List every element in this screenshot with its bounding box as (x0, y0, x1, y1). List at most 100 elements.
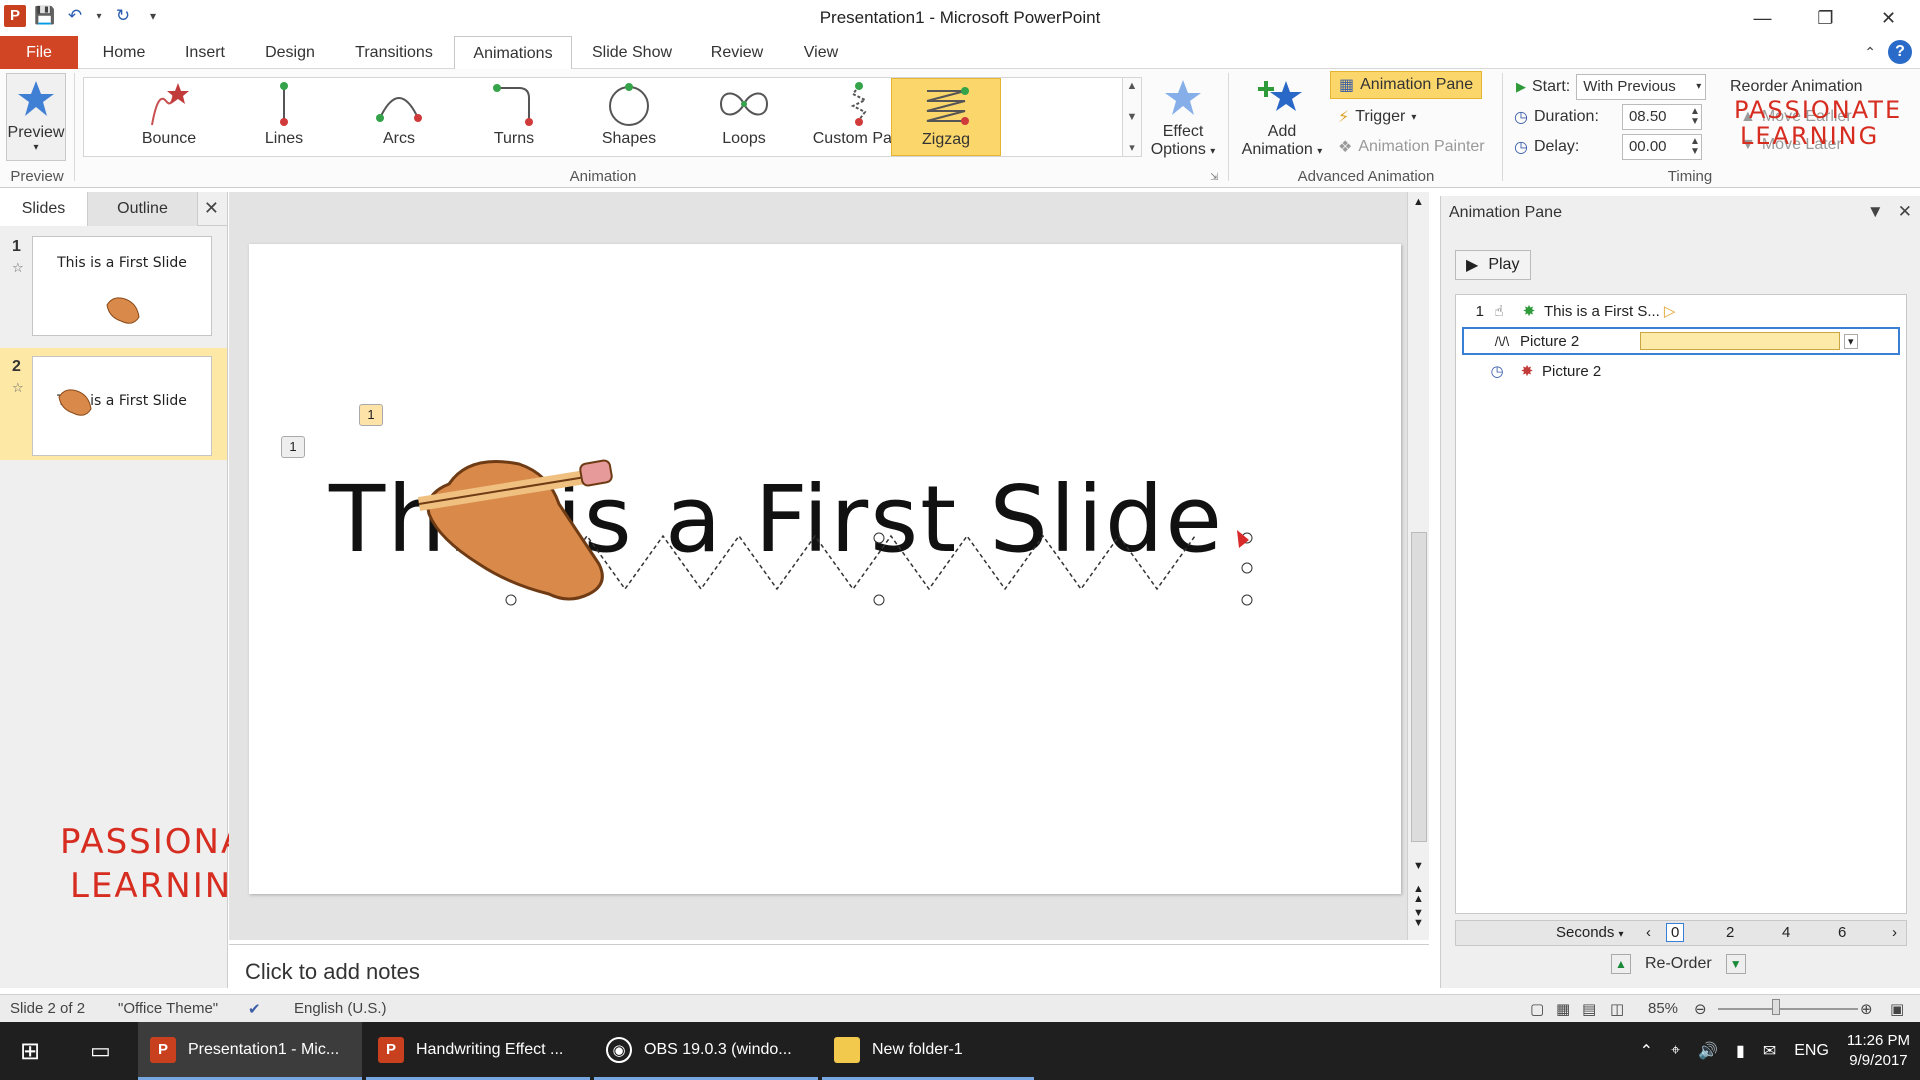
effect-options-button[interactable]: Effect Options ▾ (1148, 73, 1218, 159)
zoom-slider-thumb[interactable] (1772, 999, 1780, 1015)
normal-view-icon[interactable]: ▢ (1530, 1000, 1544, 1018)
network-icon[interactable]: ⌖ (1671, 1042, 1680, 1060)
zoom-out-icon[interactable]: ⊖ (1694, 1000, 1707, 1018)
notes-pane[interactable]: Click to add notes (229, 944, 1429, 994)
windows-start-icon[interactable]: ⊞ (8, 1022, 58, 1080)
reading-view-icon[interactable]: ▤ (1582, 1000, 1596, 1018)
gallery-item-lines[interactable]: Lines (229, 78, 339, 156)
dialog-launcher-icon[interactable]: ⇲ (1210, 172, 1218, 183)
tab-transitions[interactable]: Transitions (344, 36, 444, 69)
language-indicator[interactable]: ENG (1794, 1042, 1829, 1060)
move-up-icon[interactable]: ▲ (1611, 954, 1631, 974)
scroll-up-icon[interactable]: ▲ (1413, 196, 1424, 208)
scroll-thumb[interactable] (1411, 532, 1427, 842)
preview-button[interactable]: Preview ▾ (6, 73, 66, 161)
zoom-slider[interactable] (1718, 1008, 1858, 1010)
animation-item-2[interactable]: /\/\ Picture 2 ▾ (1462, 327, 1900, 355)
help-icon[interactable]: ? (1888, 40, 1912, 64)
spellcheck-icon[interactable]: ✔ (248, 1000, 261, 1018)
fit-to-window-icon[interactable]: ▣ (1890, 1000, 1904, 1018)
scroll-up-icon[interactable]: ▲ (1127, 80, 1138, 92)
chevron-up-icon[interactable]: ⌃ (1640, 1041, 1653, 1061)
restore-icon[interactable]: ❐ (1794, 0, 1857, 36)
pane-dropdown-icon[interactable]: ▼ (1867, 202, 1884, 222)
vertical-scrollbar[interactable]: ▲ ▼ ▲ ▲ ▼ ▼ (1407, 192, 1429, 940)
language-indicator[interactable]: English (U.S.) (294, 1000, 387, 1017)
gallery-item-loops[interactable]: Loops (689, 78, 799, 156)
close-icon[interactable]: ✕ (204, 198, 219, 219)
slide-thumbnail-1[interactable]: 1 ☆ This is a First Slide (0, 228, 227, 340)
zoom-level[interactable]: 85% (1648, 1000, 1678, 1017)
hand-picture[interactable] (409, 444, 639, 624)
tab-design[interactable]: Design (254, 36, 326, 69)
timeline-tick: 6 (1838, 924, 1847, 941)
start-row: ▶ Start: With Previous ▾ (1516, 73, 1707, 101)
timeline-forward-icon[interactable]: › (1892, 924, 1897, 941)
zoom-in-icon[interactable]: ⊕ (1860, 1000, 1873, 1018)
slide-thumbnail-2[interactable]: 2 ☆ This is a First Slide (0, 348, 227, 460)
gallery-item-turns[interactable]: Turns (459, 78, 569, 156)
taskbar-item-handwriting[interactable]: P Handwriting Effect ... (366, 1022, 590, 1080)
delay-spinner[interactable]: ▲ ▼ (1690, 137, 1700, 157)
animation-item-1[interactable]: 1 ☝ ✸ This is a First S... ▷ (1462, 297, 1900, 325)
tab-slide-show[interactable]: Slide Show (582, 36, 682, 69)
timeline-back-icon[interactable]: ‹ (1646, 924, 1651, 941)
gallery-more-icon[interactable]: ▾ (1129, 141, 1135, 154)
bounce-icon (114, 78, 224, 130)
taskbar-item-folder[interactable]: ▮ New folder-1 (822, 1022, 1034, 1080)
gallery-item-arcs[interactable]: Arcs (344, 78, 454, 156)
trigger-button[interactable]: ⚡ Trigger ▾ (1338, 103, 1416, 131)
tab-outline[interactable]: Outline (88, 191, 198, 226)
task-view-icon[interactable]: ▭ (78, 1022, 128, 1080)
seconds-dropdown[interactable]: Seconds ▾ (1556, 924, 1624, 941)
scroll-down-icon[interactable]: ▼ (1413, 860, 1424, 872)
slide-sorter-icon[interactable]: ▦ (1556, 1000, 1570, 1018)
effect-options-label: Effect (1162, 123, 1204, 140)
duration-spinner[interactable]: ▲ ▼ (1690, 107, 1700, 127)
animation-painter-button[interactable]: ❖ Animation Painter (1338, 133, 1485, 161)
action-center-icon[interactable]: ✉ (1763, 1041, 1776, 1061)
mouse-click-icon: ☝ (1494, 303, 1504, 320)
trigger-label: Trigger (1355, 108, 1406, 125)
slide-canvas[interactable]: 1 1 This is a First Slide (249, 244, 1401, 894)
slide-number: 2 (12, 358, 21, 375)
next-slide-icon[interactable]: ▼ ▼ (1413, 908, 1424, 929)
minimize-ribbon-icon[interactable]: ⌃ (1864, 44, 1876, 61)
gallery-item-shapes[interactable]: Shapes (574, 78, 684, 156)
move-down-icon[interactable]: ▼ (1725, 954, 1746, 974)
close-icon[interactable]: ✕ (1898, 202, 1912, 222)
delay-clock-icon: ◷ (1514, 139, 1528, 156)
animation-pane-button[interactable]: ▦ Animation Pane (1330, 71, 1483, 99)
volume-icon[interactable]: 🔊 (1698, 1041, 1718, 1061)
chevron-down-icon[interactable]: ▾ (1844, 333, 1858, 349)
battery-icon[interactable]: ▮ (1736, 1041, 1745, 1061)
taskbar-item-obs[interactable]: ◉ OBS 19.0.3 (windo... (594, 1022, 818, 1080)
slide-thumbnail-image: This is a First Slide (32, 236, 212, 336)
tab-home[interactable]: Home (92, 36, 156, 69)
tab-view[interactable]: View (792, 36, 850, 69)
previous-slide-icon[interactable]: ▲ ▲ (1413, 884, 1424, 905)
slideshow-view-icon[interactable]: ◫ (1610, 1000, 1624, 1018)
theme-name[interactable]: "Office Theme" (118, 1000, 218, 1017)
start-select[interactable]: With Previous ▾ (1576, 74, 1707, 100)
scroll-down-icon[interactable]: ▼ (1127, 111, 1138, 123)
clock[interactable]: 11:26 PM 9/9/2017 (1847, 1031, 1910, 1071)
animation-item-3[interactable]: ◷ ✸ Picture 2 (1462, 357, 1900, 385)
taskbar-item-presentation1[interactable]: P Presentation1 - Mic... (138, 1022, 362, 1080)
chevron-down-icon: ▾ (1696, 81, 1702, 92)
tab-insert[interactable]: Insert (170, 36, 240, 69)
tab-slides[interactable]: Slides (0, 191, 88, 226)
close-icon[interactable]: ✕ (1857, 0, 1920, 36)
play-button[interactable]: ▶ Play (1455, 250, 1531, 280)
tab-animations[interactable]: Animations (454, 36, 572, 70)
help-area: ⌃ ? (1864, 40, 1912, 64)
tab-file[interactable]: File (0, 36, 78, 69)
reorder-controls: ▲ Re-Order ▼ (1611, 954, 1746, 974)
timing-bar[interactable] (1640, 332, 1840, 350)
tab-review[interactable]: Review (700, 36, 774, 69)
minimize-icon[interactable]: — (1731, 0, 1794, 36)
add-animation-button[interactable]: Add Animation ▾ (1236, 73, 1328, 159)
gallery-item-zigzag[interactable]: Zigzag (891, 78, 1001, 156)
gallery-item-bounce[interactable]: Bounce (114, 78, 224, 156)
gallery-scroll[interactable]: ▲ ▼ ▾ (1122, 77, 1142, 157)
